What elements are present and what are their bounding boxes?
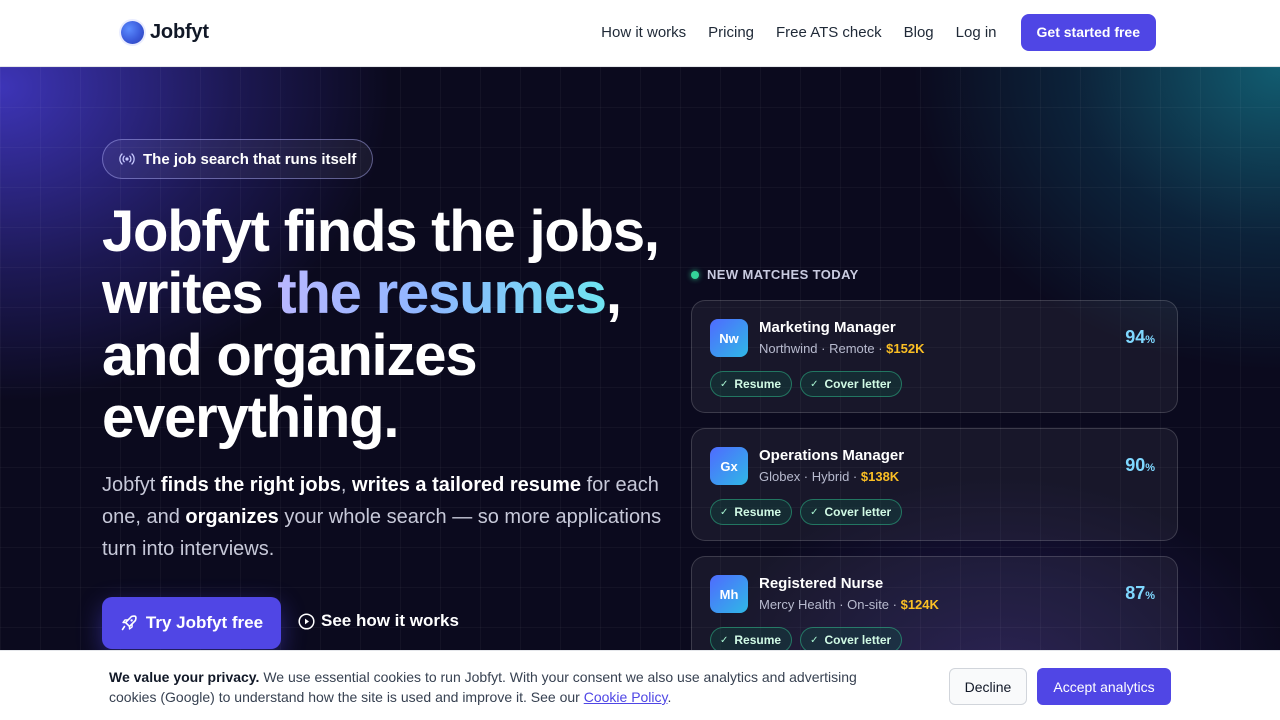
job-salary: $124K — [900, 597, 939, 612]
broadcast-icon — [119, 153, 135, 165]
headline-line-2-end: , — [605, 261, 622, 326]
tag-label: Cover letter — [824, 377, 892, 391]
match-score: 90% — [1125, 455, 1155, 476]
job-title: Marketing Manager — [759, 319, 896, 336]
nav-free-ats-check[interactable]: Free ATS check — [776, 24, 882, 41]
check-icon: ✓ — [810, 506, 819, 518]
brand-name: Jobfyt — [150, 21, 209, 43]
main-nav: How it works Pricing Free ATS check Blog… — [601, 14, 1156, 51]
job-company-location: Northwind · Remote · — [759, 341, 887, 356]
check-icon: ✓ — [720, 634, 729, 646]
resume-tag[interactable]: ✓ Resume — [710, 499, 793, 525]
tag-label: Resume — [734, 505, 782, 519]
headline-line-2-start: writes — [102, 261, 278, 326]
sub-text-2: , — [340, 474, 353, 496]
cookie-message: We value your privacy. We use essential … — [109, 667, 899, 707]
match-score-unit: % — [1145, 462, 1155, 474]
brand-logo[interactable]: Jobfyt — [121, 21, 209, 44]
match-score: 94% — [1125, 327, 1155, 348]
accept-analytics-button[interactable]: Accept analytics — [1037, 668, 1171, 705]
match-score-value: 87 — [1125, 583, 1146, 603]
tag-list: ✓ Resume ✓ Cover letter — [710, 371, 910, 397]
decline-button[interactable]: Decline — [949, 668, 1027, 705]
nav-log-in[interactable]: Log in — [956, 24, 997, 41]
match-score-unit: % — [1145, 334, 1155, 346]
job-meta: Mercy Health · On-site · $124K — [759, 597, 939, 612]
cookie-end: . — [667, 689, 672, 705]
job-title: Registered Nurse — [759, 575, 884, 592]
see-how-it-works-button[interactable]: See how it works — [298, 611, 459, 631]
job-match-card[interactable]: Gx Operations Manager Globex · Hybrid · … — [691, 428, 1178, 541]
job-meta: Northwind · Remote · $152K — [759, 341, 924, 356]
play-circle-icon — [298, 612, 315, 630]
live-status-icon — [691, 270, 699, 279]
job-match-card[interactable]: Nw Marketing Manager Northwind · Remote … — [691, 300, 1178, 413]
tag-label: Cover letter — [824, 505, 892, 519]
cookie-banner: We value your privacy. We use essential … — [0, 650, 1280, 720]
try-free-label: Try Jobfyt free — [145, 613, 264, 632]
match-score-value: 90 — [1125, 455, 1146, 475]
matches-label: NEW MATCHES TODAY — [707, 267, 859, 282]
match-score-unit: % — [1145, 590, 1155, 602]
cover-letter-tag[interactable]: ✓ Cover letter — [800, 371, 903, 397]
check-icon: ✓ — [810, 378, 819, 390]
nav-how-it-works[interactable]: How it works — [601, 24, 686, 41]
cover-letter-tag[interactable]: ✓ Cover letter — [800, 499, 903, 525]
company-avatar: Gx — [710, 447, 748, 485]
check-icon: ✓ — [720, 506, 729, 518]
job-salary: $138K — [860, 469, 900, 484]
company-avatar: Mh — [710, 575, 748, 613]
job-salary: $152K — [886, 341, 925, 356]
get-started-button[interactable]: Get started free — [1020, 14, 1156, 51]
company-avatar: Nw — [710, 319, 748, 357]
cookie-title: We value your privacy. — [109, 669, 260, 685]
nav-pricing[interactable]: Pricing — [708, 24, 754, 41]
sub-bold-2: writes a tailored resume — [352, 474, 582, 496]
sub-bold-3: organizes — [185, 506, 279, 528]
nav-blog[interactable]: Blog — [904, 24, 934, 41]
match-score-value: 94 — [1125, 327, 1146, 347]
hero-subheading: Jobfyt finds the right jobs, writes a ta… — [102, 469, 662, 565]
headline-line-3: and organizes — [102, 323, 478, 388]
headline-gradient-text: the resumes — [277, 261, 607, 326]
job-meta: Globex · Hybrid · $138K — [759, 469, 899, 484]
rocket-icon — [121, 615, 137, 631]
sub-text-1: Jobfyt — [102, 474, 161, 496]
headline-line-4: everything. — [102, 385, 399, 450]
tagline-text: The job search that runs itself — [143, 150, 357, 168]
try-free-button[interactable]: Try Jobfyt free — [102, 597, 281, 649]
sub-bold-1: finds the right jobs — [160, 474, 341, 496]
headline-line-1: Jobfyt finds the jobs, — [102, 199, 660, 264]
job-title: Operations Manager — [759, 447, 905, 464]
tag-label: Cover letter — [824, 633, 892, 647]
hero-section: The job search that runs itself Jobfyt f… — [0, 67, 1280, 720]
job-company-location: Globex · Hybrid · — [759, 469, 861, 484]
hero-headline: Jobfyt finds the jobs, writes the resume… — [102, 201, 702, 449]
job-company-location: Mercy Health · On-site · — [759, 597, 901, 612]
tag-label: Resume — [734, 377, 782, 391]
matches-heading: NEW MATCHES TODAY — [691, 267, 859, 282]
check-icon: ✓ — [720, 378, 729, 390]
match-score: 87% — [1125, 583, 1155, 604]
tag-list: ✓ Resume ✓ Cover letter — [710, 499, 910, 525]
resume-tag[interactable]: ✓ Resume — [710, 371, 793, 397]
cookie-policy-link[interactable]: Cookie Policy — [584, 689, 668, 705]
site-header: Jobfyt How it works Pricing Free ATS che… — [0, 0, 1280, 67]
check-icon: ✓ — [810, 634, 819, 646]
logo-icon — [121, 21, 144, 44]
tag-label: Resume — [734, 633, 782, 647]
tagline-pill: The job search that runs itself — [102, 139, 374, 179]
see-how-label: See how it works — [321, 611, 459, 630]
